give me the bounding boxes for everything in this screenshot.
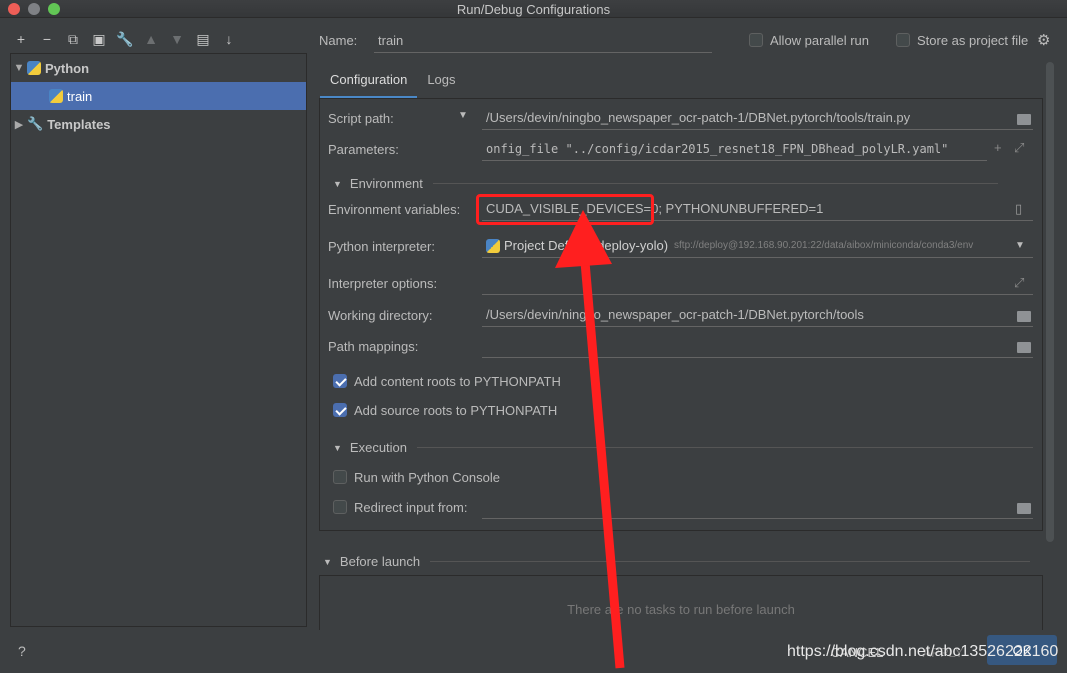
folder-icon[interactable]: [1017, 311, 1031, 322]
python-icon: [49, 89, 63, 103]
name-input[interactable]: train: [374, 29, 712, 53]
parameters-label: Parameters:: [328, 142, 399, 157]
section-title: Before launch: [339, 554, 421, 569]
move-down-icon[interactable]: ▼: [166, 28, 188, 50]
working-dir-field[interactable]: /Users/devin/ningbo_newspaper_ocr-patch-…: [482, 303, 1033, 327]
before-launch-section[interactable]: ▼ Before launch: [323, 554, 1043, 569]
watermark-text: https://blog.csdn.net/abc13526222160: [787, 643, 1059, 660]
add-source-roots-label: Add source roots to PYTHONPATH: [354, 403, 558, 418]
env-vars-label: Environment variables:: [328, 202, 461, 217]
tab-logs[interactable]: Logs: [417, 66, 465, 99]
tab-configuration[interactable]: Configuration: [320, 66, 418, 99]
chevron-down-icon[interactable]: ▼: [11, 62, 27, 74]
tree-item-python[interactable]: ▼ Python: [11, 54, 306, 82]
section-title: Environment: [349, 176, 423, 191]
move-up-icon[interactable]: ▲: [140, 28, 162, 50]
python-icon: [486, 238, 500, 253]
parameters-field[interactable]: onfig_file "../config/icdar2015_resnet18…: [482, 137, 987, 161]
store-project-checkbox[interactable]: [896, 33, 910, 47]
chevron-down-icon: ▼: [323, 556, 332, 567]
tree-item-label: Templates: [47, 116, 111, 132]
interpreter-name: Project Default (deploy-yolo): [504, 238, 669, 253]
window-title: Run/Debug Configurations: [456, 2, 611, 17]
add-icon[interactable]: +: [10, 28, 32, 50]
save-icon[interactable]: ▣: [88, 28, 110, 50]
working-dir-label: Working directory:: [328, 308, 433, 323]
execution-section[interactable]: ▼ Execution: [333, 440, 1033, 455]
copy-icon[interactable]: ⧉: [62, 28, 84, 50]
gear-icon[interactable]: ⚙: [1037, 31, 1050, 49]
redirect-input-checkbox[interactable]: [333, 500, 347, 514]
tab-bar: Configuration Logs: [320, 66, 466, 99]
run-console-label: Run with Python Console: [354, 470, 500, 485]
plus-icon[interactable]: +: [994, 140, 1002, 155]
script-path-field[interactable]: /Users/devin/ningbo_newspaper_ocr-patch-…: [482, 106, 1033, 130]
python-icon: [27, 61, 41, 75]
chevron-down-icon: ▼: [333, 178, 342, 189]
add-content-roots-checkbox[interactable]: [333, 374, 347, 388]
interpreter-path: sftp://deploy@192.168.90.201:22/data/aib…: [674, 240, 974, 251]
chevron-down-icon: ▼: [333, 442, 342, 453]
expand-icon[interactable]: ⤢: [1014, 140, 1024, 156]
wrench-icon: 🔧: [27, 116, 44, 131]
annotation-highlight-box: [476, 194, 654, 225]
document-icon[interactable]: ▯: [1015, 201, 1022, 217]
run-console-checkbox[interactable]: [333, 470, 347, 484]
tree-item-label: Python: [45, 60, 90, 76]
store-project-label: Store as project file: [917, 33, 1029, 48]
tree-item-label: train: [67, 88, 93, 104]
wrench-icon[interactable]: 🔧: [114, 28, 136, 50]
empty-state-text: There are no tasks to run before launch: [567, 602, 795, 617]
chevron-down-icon[interactable]: ▼: [1015, 240, 1025, 251]
chevron-right-icon[interactable]: ▶: [11, 118, 27, 131]
python-interpreter-label: Python interpreter:: [328, 239, 435, 254]
interpreter-options-field[interactable]: [482, 271, 1033, 295]
tree-item-train[interactable]: train: [11, 82, 306, 110]
section-title: Execution: [349, 440, 408, 455]
remove-icon[interactable]: −: [36, 28, 58, 50]
add-content-roots-label: Add content roots to PYTHONPATH: [354, 374, 561, 389]
path-mappings-field[interactable]: [482, 334, 1033, 358]
config-tree: ▼ Python train ▶ 🔧 Templates: [10, 53, 307, 627]
python-interpreter-select[interactable]: Project Default (deploy-yolo) sftp://dep…: [482, 234, 1033, 258]
allow-parallel-label: Allow parallel run: [770, 33, 869, 48]
chevron-down-icon[interactable]: ▼: [458, 110, 468, 121]
redirect-input-field[interactable]: [482, 495, 1033, 519]
scrollbar[interactable]: [1046, 62, 1054, 542]
script-path-label: Script path:: [328, 111, 394, 126]
name-label: Name:: [319, 33, 358, 48]
folder-icon[interactable]: ▤: [192, 28, 214, 50]
config-toolbar: + − ⧉ ▣ 🔧 ▲ ▼ ▤ ↓: [10, 28, 240, 50]
path-mappings-label: Path mappings:: [328, 339, 419, 354]
help-button[interactable]: ?: [18, 643, 26, 659]
interpreter-options-label: Interpreter options:: [328, 276, 438, 291]
sort-icon[interactable]: ↓: [218, 28, 240, 50]
folder-icon[interactable]: [1017, 114, 1031, 125]
title-bar: Run/Debug Configurations: [0, 0, 1067, 18]
expand-icon[interactable]: ⤢: [1014, 275, 1024, 291]
environment-section[interactable]: ▼ Environment: [333, 176, 1033, 191]
folder-icon[interactable]: [1017, 342, 1031, 353]
folder-icon[interactable]: [1017, 503, 1031, 514]
tree-item-templates[interactable]: ▶ 🔧 Templates: [11, 110, 306, 138]
allow-parallel-checkbox[interactable]: [749, 33, 763, 47]
add-source-roots-checkbox[interactable]: [333, 403, 347, 417]
redirect-input-label: Redirect input from:: [354, 500, 468, 515]
